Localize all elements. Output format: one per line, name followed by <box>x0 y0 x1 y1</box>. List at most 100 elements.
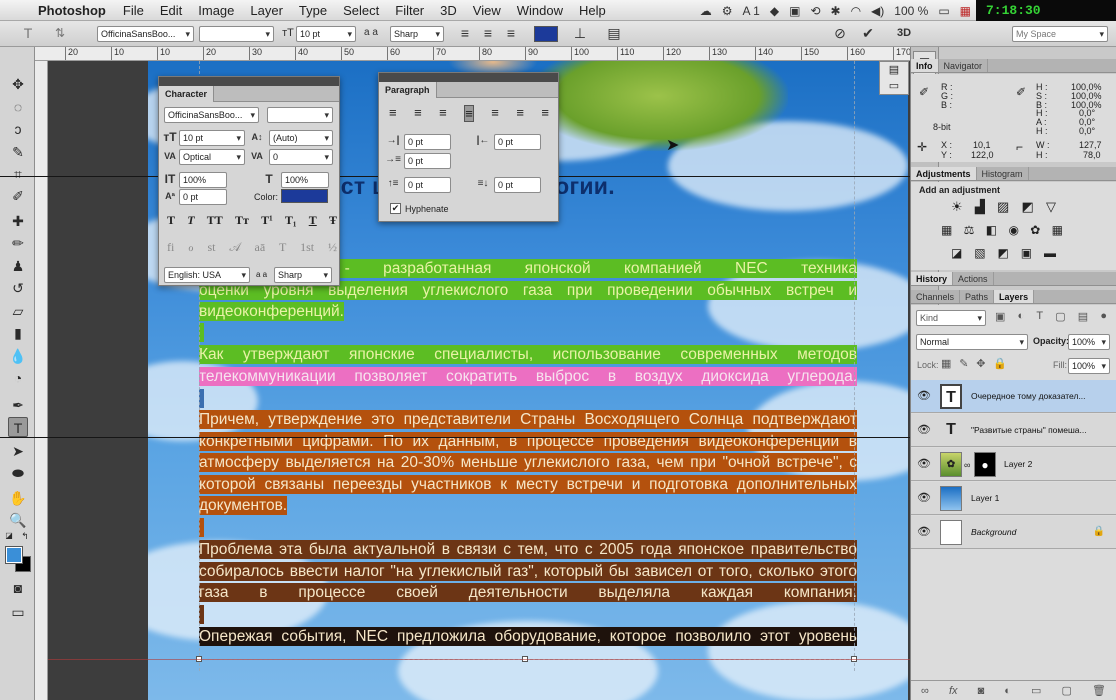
layer-row[interactable]: 👁 Layer 1 <box>911 482 1116 515</box>
menu-filter[interactable]: Filter <box>387 3 432 18</box>
new-group-icon[interactable]: ▭ <box>1031 684 1041 697</box>
text-paragraph-5[interactable]: Опережая события, NEC предложила оборудо… <box>199 626 857 648</box>
quick-mask-icon[interactable]: ◙ <box>8 578 28 598</box>
layer-row[interactable]: 👁 Background 🔒 <box>911 516 1116 549</box>
dropbox-icon[interactable]: ◆ <box>765 4 784 18</box>
fractions-button[interactable]: ½ <box>328 240 337 255</box>
lock-transparent-icon[interactable]: ▦ <box>941 357 951 370</box>
hand-tool-icon[interactable]: ✋ <box>8 488 28 508</box>
commit-edit-icon[interactable]: ✔ <box>860 24 876 42</box>
dodge-tool-icon[interactable]: ◔ <box>8 368 28 388</box>
color-lookup-icon[interactable]: ▦ <box>1052 223 1063 237</box>
panels-toggle-icon[interactable]: ▤ <box>606 24 622 42</box>
path-select-tool-icon[interactable]: ➤ <box>8 441 28 461</box>
char-baseline-shift[interactable]: 0 pt <box>179 189 227 205</box>
hyphenate-checkbox[interactable]: ✔ <box>390 203 401 214</box>
flag-icon[interactable]: ▦ <box>955 4 976 18</box>
tab-info[interactable]: Info <box>911 59 939 72</box>
ruler-vertical[interactable] <box>35 61 48 700</box>
layer-name[interactable]: "Развитые страны" помеша... <box>971 425 1087 435</box>
filter-smart-icon[interactable]: ▤ <box>1078 310 1088 323</box>
fill-field[interactable]: 100% <box>1068 358 1110 374</box>
stylistic-alternates-button[interactable]: st <box>208 240 216 255</box>
channel-mixer-icon[interactable]: ✿ <box>1030 223 1040 237</box>
new-adjustment-icon[interactable]: ◐ <box>1004 685 1011 697</box>
superscript-button[interactable]: T¹ <box>261 213 273 228</box>
char-kerning[interactable]: Optical <box>179 149 245 165</box>
evernote-icon[interactable]: ▣ <box>784 4 805 18</box>
vibrance-icon[interactable]: ▽ <box>1046 199 1056 215</box>
gradient-tool-icon[interactable]: ▮ <box>8 323 28 343</box>
hue-saturation-icon[interactable]: ▦ <box>941 223 952 237</box>
text-color-swatch[interactable] <box>534 26 558 42</box>
ellipse-tool-icon[interactable]: ⬬ <box>8 463 28 483</box>
battery-status[interactable]: 100 % <box>889 4 933 18</box>
cloud-icon[interactable]: ☁ <box>695 4 717 18</box>
char-vertical-scale[interactable]: 100% <box>179 172 227 188</box>
menu-image[interactable]: Image <box>190 3 242 18</box>
text-paragraph-3[interactable]: Причем, утверждение это представители Ст… <box>199 409 857 517</box>
tab-channels[interactable]: Channels <box>911 290 961 303</box>
crop-tool-icon[interactable]: ⌗ <box>8 164 28 184</box>
menu-3d[interactable]: 3D <box>432 3 465 18</box>
zoom-tool-icon[interactable]: 🔍 <box>8 510 28 530</box>
char-tracking[interactable]: 0 <box>269 149 333 165</box>
indent-left-field[interactable]: 0 pt <box>404 134 451 150</box>
font-family-select[interactable]: OfficinaSansBoo... <box>97 26 194 42</box>
ornaments-button[interactable]: T <box>279 240 286 255</box>
lasso-tool-icon[interactable]: ↄ <box>8 119 28 139</box>
history-brush-tool-icon[interactable]: ↺ <box>8 278 28 298</box>
text-bounding-box-right[interactable] <box>854 61 855 671</box>
delete-layer-icon[interactable]: 🗑 <box>1092 684 1106 697</box>
volume-icon[interactable]: ◀) <box>866 4 889 18</box>
filter-pixel-icon[interactable]: ▣ <box>995 310 1005 323</box>
swash-button[interactable]: 𝒜 <box>229 240 240 255</box>
font-style-select[interactable] <box>199 26 274 42</box>
black-white-icon[interactable]: ◧ <box>986 223 997 237</box>
align-center-icon[interactable]: ≡ <box>480 24 496 42</box>
menu-window[interactable]: Window <box>509 3 571 18</box>
layer-kind-filter[interactable]: Kind <box>916 310 986 326</box>
indent-first-field[interactable]: 0 pt <box>404 153 451 169</box>
tab-paths[interactable]: Paths <box>960 290 995 303</box>
discretionary-ligatures-button[interactable]: ℴ <box>188 240 194 255</box>
selective-color-icon[interactable]: ▣ <box>1021 246 1032 260</box>
visibility-eye-icon[interactable]: 👁 <box>917 423 931 436</box>
visibility-eye-icon[interactable]: 👁 <box>917 525 931 538</box>
guide-line[interactable] <box>48 659 910 660</box>
app-menu[interactable]: Photoshop <box>34 3 115 18</box>
space-after-field[interactable]: 0 pt <box>494 177 541 193</box>
align-center-icon[interactable]: ≡ <box>414 105 422 122</box>
threshold-icon[interactable]: ◩ <box>998 246 1009 260</box>
levels-icon[interactable]: ▟ <box>975 199 985 215</box>
link-icon[interactable]: ∞ <box>964 460 970 470</box>
tab-history[interactable]: History <box>911 272 954 285</box>
opacity-field[interactable]: 100% <box>1068 334 1110 350</box>
invert-icon[interactable]: ◪ <box>951 246 962 260</box>
text-paragraph-4[interactable]: Проблема эта была актуальной в связи с т… <box>199 539 857 604</box>
marquee-tool-icon[interactable]: ◌ <box>8 97 28 117</box>
tab-layers[interactable]: Layers <box>994 290 1035 303</box>
color-balance-icon[interactable]: ⚖ <box>964 223 975 237</box>
faux-italic-button[interactable]: T <box>187 213 194 228</box>
link-layers-icon[interactable]: ∞ <box>921 685 929 697</box>
menu-help[interactable]: Help <box>571 3 614 18</box>
antialias-select[interactable]: Sharp <box>390 26 444 42</box>
char-leading[interactable]: (Auto) <box>269 130 333 146</box>
workspace-select[interactable]: My Space <box>1012 26 1108 42</box>
visibility-eye-icon[interactable]: 👁 <box>917 457 931 470</box>
filter-type-icon[interactable]: T <box>1036 310 1043 323</box>
layer-row[interactable]: 👁 ✿ ∞ ● Layer 2 <box>911 448 1116 481</box>
menu-type[interactable]: Type <box>291 3 335 18</box>
clock[interactable]: 7:18:30 03/10/2014 <box>976 0 1116 39</box>
menu-view[interactable]: View <box>465 3 509 18</box>
foreground-color-swatch[interactable] <box>5 546 23 564</box>
default-colors-icon[interactable]: ◪ <box>4 531 14 541</box>
layer-name[interactable]: Layer 1 <box>971 493 999 503</box>
fx-icon[interactable]: fx <box>949 685 958 697</box>
curves-icon[interactable]: ▨ <box>997 199 1009 215</box>
layer-row[interactable]: 👁 T Очередное тому доказател... <box>911 380 1116 413</box>
brush-tool-icon[interactable]: ✏ <box>8 233 28 253</box>
align-right-icon[interactable]: ≡ <box>439 105 447 122</box>
ordinals-button[interactable]: 1st <box>300 240 314 255</box>
